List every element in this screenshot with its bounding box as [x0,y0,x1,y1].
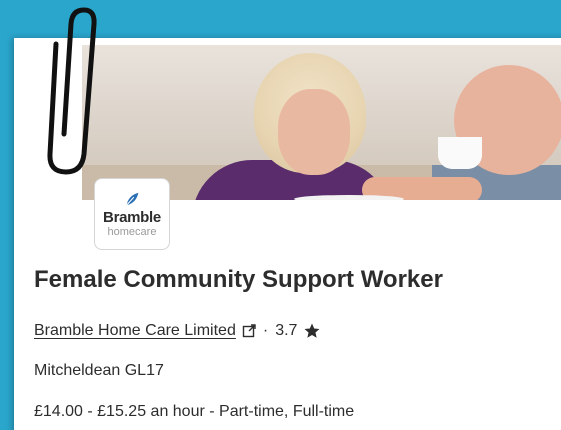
logo-sub: homecare [107,226,157,238]
logo-name: Bramble [103,209,161,226]
hero-saucer [294,195,404,200]
job-title: Female Community Support Worker [34,266,443,293]
company-row: Bramble Home Care Limited · 3.7 [34,322,321,340]
job-salary: £14.00 - £15.25 an hour - Part-time, Ful… [34,403,355,420]
company-logo: Bramble homecare [94,178,170,250]
paperclip-icon [47,7,97,175]
company-rating: 3.7 [275,322,298,339]
company-link[interactable]: Bramble Home Care Limited [34,322,236,340]
job-location: Mitcheldean GL17 [34,362,164,379]
hero-image [82,45,561,200]
hero-woman-face [278,89,350,175]
hero-cup [438,137,482,169]
separator: · [262,322,269,339]
external-link-icon[interactable] [242,324,256,338]
star-icon [304,323,320,338]
leaf-icon [126,192,139,206]
